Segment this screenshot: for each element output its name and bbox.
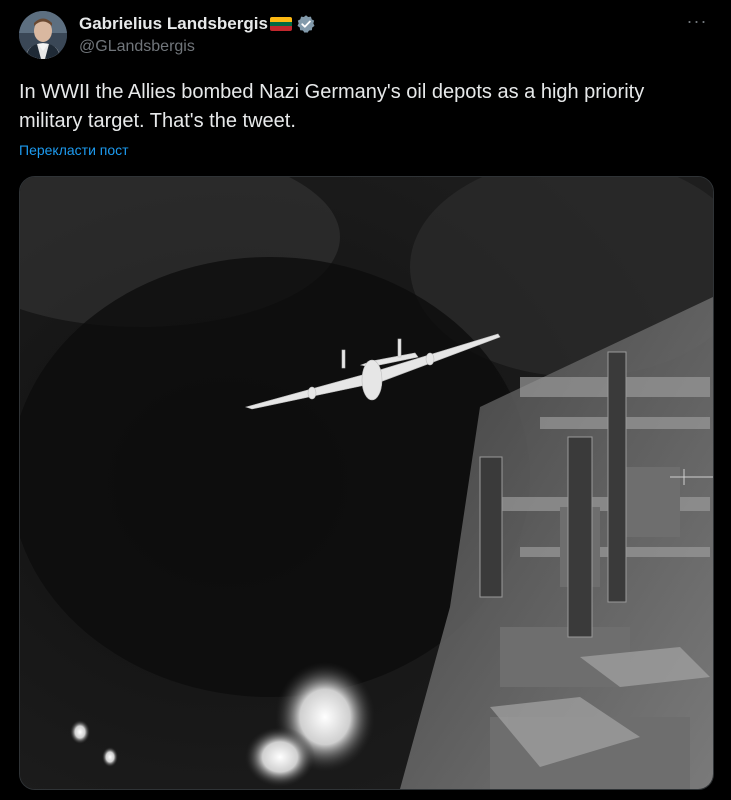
more-options-icon[interactable]: ··· [685,12,709,33]
author-display-name[interactable]: Gabrielius Landsbergis [79,14,268,34]
author-handle[interactable]: @GLandsbergis [79,38,316,56]
tweet-photo[interactable] [19,176,714,790]
translate-post-link[interactable]: Перекласти пост [19,142,129,158]
avatar[interactable] [19,11,67,59]
lithuania-flag-icon [269,17,292,31]
tweet-text: In WWII the Allies bombed Nazi Germany's… [19,81,645,132]
verified-badge-icon [297,15,315,33]
author-info: Gabrielius Landsbergis @GLandsbergis [79,13,316,56]
tweet-header: Gabrielius Landsbergis @GLandsbergis ··· [19,11,719,61]
